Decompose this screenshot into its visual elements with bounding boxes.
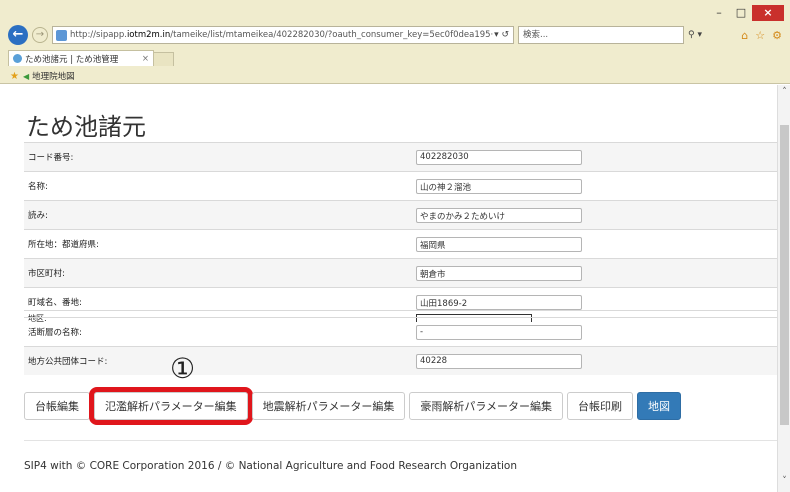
favorites-star-icon[interactable]: ☆ bbox=[755, 29, 765, 42]
toolbar-icons: ⌂ ☆ ⚙ bbox=[741, 29, 782, 42]
field-label: 地方公共団体コード: bbox=[28, 357, 108, 367]
quake-params-button[interactable]: 地震解析パラメーター編集 bbox=[251, 392, 406, 420]
address-controls[interactable]: ▾ ↺ bbox=[494, 30, 513, 40]
step-marker: ① bbox=[170, 352, 196, 385]
back-button[interactable]: ← bbox=[8, 25, 28, 45]
fault-name-field[interactable]: - bbox=[416, 325, 582, 340]
favorite-link-map[interactable]: 地理院地図 bbox=[32, 70, 75, 82]
page-content: ため池諸元 コード番号: 402282030 名称: 山の神２溜池 読み: やま… bbox=[10, 85, 777, 492]
flood-params-button[interactable]: 氾濫解析パラメーター編集 bbox=[89, 387, 253, 425]
field-label: 読み: bbox=[28, 211, 48, 221]
details-table: コード番号: 402282030 名称: 山の神２溜池 読み: やまのかみ２ため… bbox=[24, 142, 777, 316]
ledger-print-button[interactable]: 台帳印刷 bbox=[567, 392, 634, 420]
table-row: 活断層の名称: - bbox=[24, 317, 777, 346]
table-row: コード番号: 402282030 bbox=[24, 142, 777, 171]
table-row: 読み: やまのかみ２ためいけ bbox=[24, 200, 777, 229]
table-row: 所在地：都道府県: 福岡県 bbox=[24, 229, 777, 258]
municipality-code-field[interactable]: 40228 bbox=[416, 354, 582, 369]
field-label: コード番号: bbox=[28, 153, 74, 163]
tab-tameike[interactable]: ため池諸元 | ため池管理 × bbox=[8, 50, 154, 66]
table-row: 名称: 山の神２溜池 bbox=[24, 171, 777, 200]
favorite-leaf-icon: ◀ bbox=[22, 71, 30, 81]
rain-params-button[interactable]: 豪雨解析パラメーター編集 bbox=[409, 392, 564, 420]
footer-text: SIP4 with © CORE Corporation 2016 / © Na… bbox=[24, 460, 517, 472]
window-controls: – □ × bbox=[708, 5, 784, 21]
maximize-button[interactable]: □ bbox=[730, 5, 752, 21]
scroll-down-icon[interactable]: ˅ bbox=[778, 476, 790, 486]
municipality-field[interactable]: 朝倉市 bbox=[416, 266, 582, 281]
forward-button[interactable]: → bbox=[32, 27, 48, 43]
tab-strip: ため池諸元 | ため池管理 × bbox=[8, 49, 174, 66]
table-row: 地方公共団体コード: 40228 bbox=[24, 346, 777, 375]
code-field[interactable]: 402282030 bbox=[416, 150, 582, 165]
settings-gear-icon[interactable]: ⚙ bbox=[772, 29, 782, 42]
page-title: ため池諸元 bbox=[26, 113, 146, 141]
action-buttons: 台帳編集 氾濫解析パラメーター編集 地震解析パラメーター編集 豪雨解析パラメータ… bbox=[24, 387, 682, 425]
reading-field[interactable]: やまのかみ２ためいけ bbox=[416, 208, 582, 223]
table-row: 市区町村: 朝倉市 bbox=[24, 258, 777, 287]
details-table-lower: 活断層の名称: - 地方公共団体コード: 40228 bbox=[24, 317, 777, 375]
field-label: 市区町村: bbox=[28, 269, 65, 279]
search-icon[interactable]: ⚲ ▾ bbox=[688, 30, 702, 40]
search-input[interactable]: 検索... bbox=[518, 26, 684, 44]
prefecture-field[interactable]: 福岡県 bbox=[416, 237, 582, 252]
browser-chrome: – □ × ← → http://sipapp.iotm2m.in/tameik… bbox=[0, 0, 790, 84]
tab-favicon-icon bbox=[13, 54, 22, 63]
add-favorite-star-icon[interactable]: ★ bbox=[10, 71, 19, 82]
divider bbox=[24, 440, 777, 441]
address-field[interactable]: 山田1869-2 bbox=[416, 295, 582, 310]
new-tab-button[interactable] bbox=[154, 52, 174, 66]
address-bar[interactable]: http://sipapp.iotm2m.in/tameike/list/mta… bbox=[52, 26, 514, 44]
close-button[interactable]: × bbox=[752, 5, 784, 21]
address-text: http://sipapp.iotm2m.in/tameike/list/mta… bbox=[70, 30, 494, 40]
tab-close-icon[interactable]: × bbox=[142, 54, 149, 64]
ledger-edit-button[interactable]: 台帳編集 bbox=[24, 392, 90, 420]
field-label: 活断層の名称: bbox=[28, 328, 82, 338]
vertical-scrollbar[interactable]: ˄ ˅ bbox=[777, 85, 790, 492]
field-label: 所在地：都道府県: bbox=[28, 240, 99, 250]
scroll-thumb[interactable] bbox=[780, 125, 789, 425]
name-field[interactable]: 山の神２溜池 bbox=[416, 179, 582, 194]
navigation-bar: ← → http://sipapp.iotm2m.in/tameike/list… bbox=[8, 24, 782, 46]
home-icon[interactable]: ⌂ bbox=[741, 29, 748, 42]
field-label: 町域名、番地: bbox=[28, 298, 82, 308]
field-label: 名称: bbox=[28, 182, 48, 192]
minimize-button[interactable]: – bbox=[708, 5, 730, 21]
favorites-bar: ★ ◀ 地理院地図 bbox=[10, 69, 75, 83]
tab-title: ため池諸元 | ため池管理 bbox=[25, 54, 119, 65]
page-icon bbox=[56, 29, 67, 41]
scroll-up-icon[interactable]: ˄ bbox=[778, 87, 790, 97]
map-button[interactable]: 地図 bbox=[637, 392, 682, 420]
